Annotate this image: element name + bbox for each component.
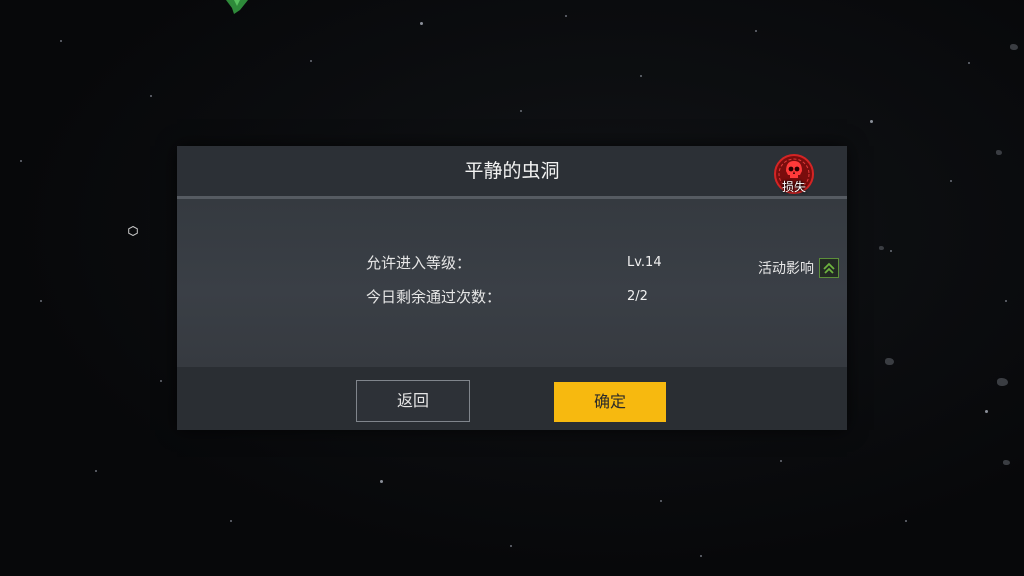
back-button[interactable]: 返回 bbox=[356, 380, 470, 422]
dialog-header: 平静的虫洞 损失 bbox=[177, 146, 847, 199]
dialog-body: 活动影响 允许进入等级： Lv.14 今日剩余通过次数： 2/2 bbox=[177, 199, 847, 367]
dialog-title: 平静的虫洞 bbox=[464, 160, 560, 182]
wormhole-entry-dialog: 平静的虫洞 损失 活动影响 允许进入等级： Lv.14 今日剩余通过次数： 2/… bbox=[177, 146, 847, 430]
dialog-footer: 返回 确定 bbox=[177, 367, 847, 430]
loss-badge-label: 损失 bbox=[781, 180, 806, 194]
allowed-level-value: Lv.14 bbox=[627, 255, 662, 270]
loss-badge[interactable]: 损失 bbox=[773, 152, 815, 196]
info-row-passes: 今日剩余通过次数： 2/2 bbox=[177, 285, 847, 309]
space-map-background: 平静的虫洞 损失 活动影响 允许进入等级： Lv.14 今日剩余通过次数： 2/… bbox=[0, 0, 1024, 576]
info-row-level: 允许进入等级： Lv.14 bbox=[177, 251, 847, 275]
remaining-passes-value: 2/2 bbox=[627, 289, 648, 304]
waypoint-marker-icon[interactable] bbox=[128, 226, 138, 236]
ship-icon[interactable] bbox=[226, 0, 248, 14]
remaining-passes-label: 今日剩余通过次数： bbox=[366, 288, 502, 306]
confirm-button[interactable]: 确定 bbox=[554, 382, 666, 422]
allowed-level-label: 允许进入等级： bbox=[366, 254, 472, 272]
